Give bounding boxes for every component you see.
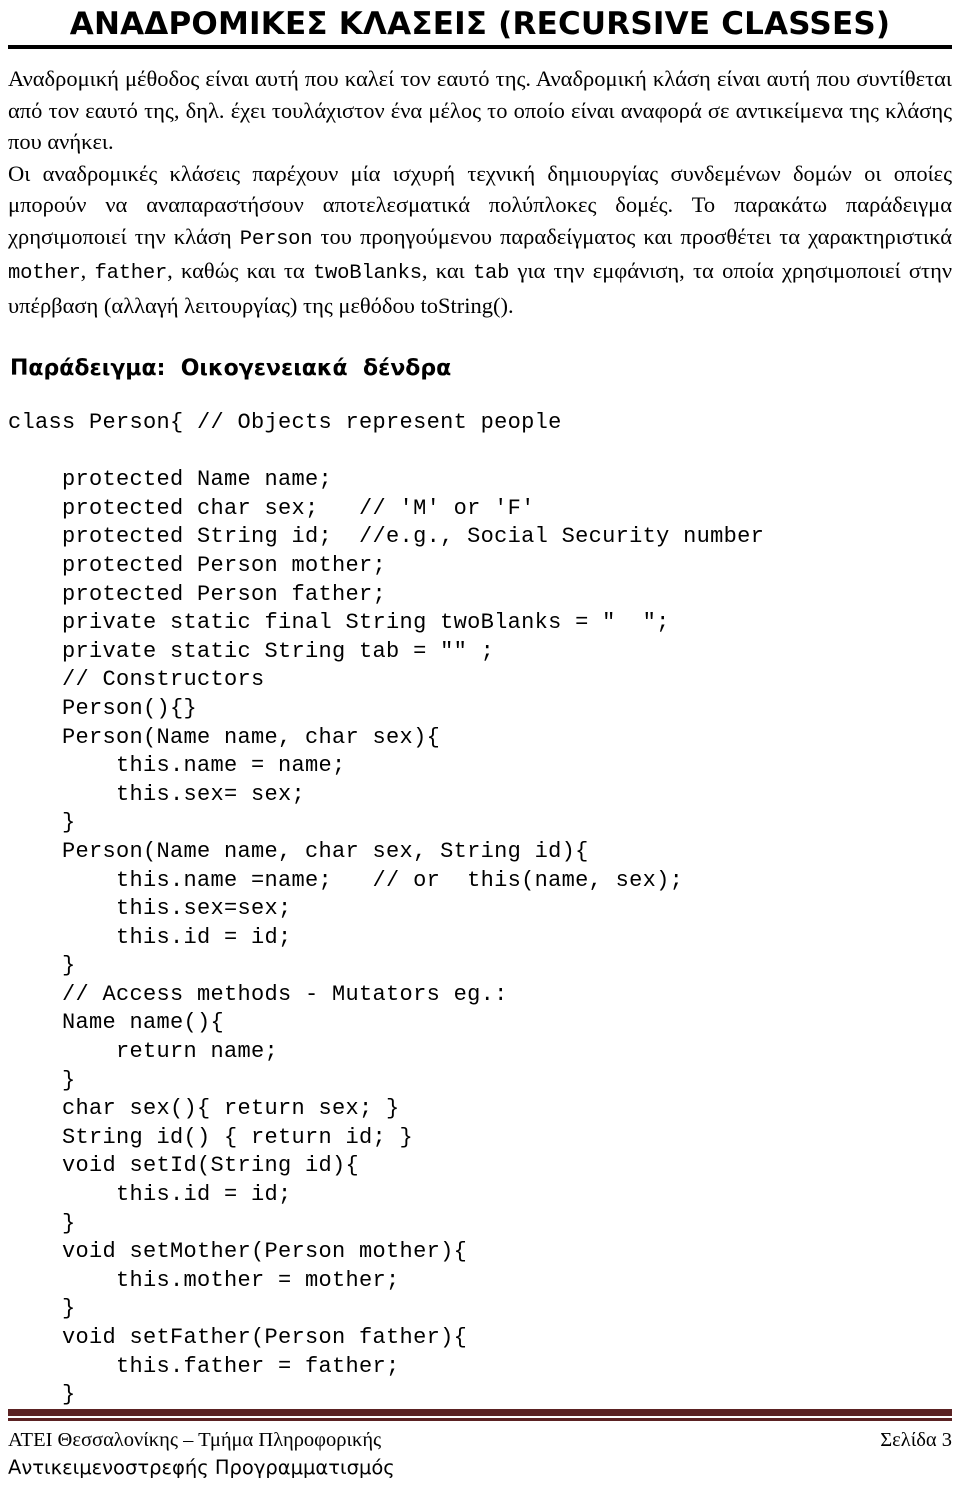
description-paragraph: Οι αναδρομικές κλάσεις παρέχουν μία ισχυ… bbox=[8, 158, 952, 322]
paragraph-segment: , καθώς και τα bbox=[167, 258, 313, 283]
footer-content: ΑΤΕΙ Θεσσαλονίκης – Τμήμα Πληροφορικής Α… bbox=[8, 1427, 952, 1481]
footer-institution: ΑΤΕΙ Θεσσαλονίκης – Τμήμα Πληροφορικής Α… bbox=[8, 1427, 395, 1481]
footer-page-number: Σελίδα 3 bbox=[880, 1429, 952, 1451]
footer-department-line: ΑΤΕΙ Θεσσαλονίκης – Τμήμα Πληροφορικής bbox=[8, 1429, 382, 1451]
code-listing: class Person{ // Objects represent peopl… bbox=[8, 410, 765, 1408]
paragraph-segment: , bbox=[80, 258, 95, 283]
paragraph-segment: του προηγούμενου παραδείγματος και προσθ… bbox=[312, 223, 952, 249]
code-token-person: Person bbox=[239, 227, 313, 251]
intro-paragraph: Αναδρομική μέθοδος είναι αυτή που καλεί … bbox=[8, 66, 952, 154]
footer-course-line: Αντικειμενοστρεφής Προγραμματισμός bbox=[8, 1456, 395, 1479]
page-footer: ΑΤΕΙ Θεσσαλονίκης – Τμήμα Πληροφορικής Α… bbox=[8, 1409, 952, 1481]
paragraph-segment: , και bbox=[421, 258, 473, 283]
footer-rule-thick bbox=[8, 1409, 952, 1416]
footer-rule-thin bbox=[8, 1418, 952, 1421]
page-title: ΑΝΑΔΡΟΜΙΚΕΣ ΚΛΑΣΕΙΣ (RECURSIVE CLASSES) bbox=[8, 6, 952, 49]
example-heading: Παράδειγμα: Οικογενειακά δένδρα bbox=[10, 356, 452, 381]
code-token-father: father bbox=[94, 262, 168, 285]
code-token-twoblanks: twoBlanks bbox=[312, 262, 422, 285]
code-token-tab: tab bbox=[472, 262, 510, 285]
code-token-mother: mother bbox=[8, 262, 81, 285]
document-page: ΑΝΑΔΡΟΜΙΚΕΣ ΚΛΑΣΕΙΣ (RECURSIVE CLASSES) … bbox=[0, 0, 960, 1489]
